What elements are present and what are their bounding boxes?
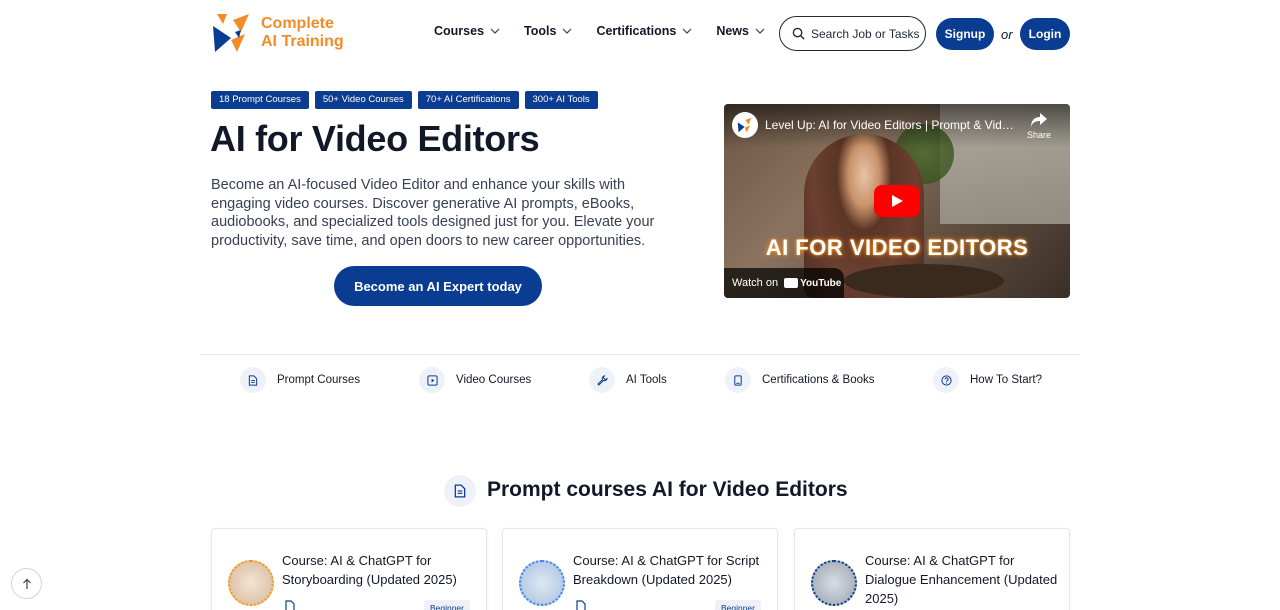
- search-button[interactable]: Search Job or Tasks: [779, 16, 926, 51]
- video-background-table: [844, 264, 1004, 298]
- share-button[interactable]: Share: [1027, 112, 1051, 140]
- tab-ai-tools-label: AI Tools: [626, 374, 667, 386]
- wrench-icon: [589, 367, 615, 393]
- or-separator: or: [1001, 27, 1013, 42]
- login-button[interactable]: Login: [1020, 18, 1070, 50]
- document-icon: [576, 600, 586, 610]
- brand-logo[interactable]: Complete AI Training: [211, 12, 351, 54]
- play-icon: [892, 195, 903, 207]
- level-badge: Beginner: [714, 600, 761, 610]
- course-card[interactable]: Course: AI & ChatGPT for Storyboarding (…: [211, 528, 487, 610]
- badge-ai-tools[interactable]: 300+ AI Tools: [524, 91, 598, 109]
- main-nav: Courses Tools Certifications News: [434, 24, 789, 38]
- share-arrow-icon: [1031, 113, 1047, 127]
- nav-news-label: News: [716, 24, 749, 38]
- watch-on-label: Watch on: [732, 277, 779, 289]
- hero-description: Become an AI-focused Video Editor and en…: [211, 177, 655, 249]
- nav-courses-label: Courses: [434, 24, 485, 38]
- become-expert-button[interactable]: Become an AI Expert today: [334, 266, 542, 306]
- search-label: Search Job or Tasks: [811, 26, 920, 41]
- nav-tools-label: Tools: [524, 24, 557, 38]
- play-button[interactable]: [874, 185, 920, 217]
- tab-prompt-courses-label: Prompt Courses: [277, 374, 361, 386]
- nav-certifications-label: Certifications: [596, 24, 677, 38]
- course-title[interactable]: Course: AI & ChatGPT for Storyboarding (…: [282, 551, 477, 589]
- site-header: Complete AI Training Courses Tools Certi…: [0, 0, 1280, 68]
- course-title[interactable]: Course: AI & ChatGPT for Script Breakdow…: [573, 551, 768, 589]
- document-icon: [240, 367, 266, 393]
- chevron-down-icon: [490, 28, 500, 34]
- hero-badges: 18 Prompt Courses 50+ Video Courses 70+ …: [211, 91, 598, 109]
- tab-video-courses[interactable]: Video Courses: [419, 367, 531, 393]
- video-overlay-text: AI FOR VIDEO EDITORS: [765, 235, 1029, 260]
- brand-line-1: Complete: [261, 15, 334, 32]
- brand-line-2: AI Training: [261, 33, 344, 50]
- chevron-down-icon: [563, 28, 572, 34]
- page-title: AI for Video Editors: [210, 118, 540, 159]
- level-badge: Beginner: [423, 600, 470, 610]
- course-card[interactable]: Course: AI & ChatGPT for Script Breakdow…: [502, 528, 778, 610]
- youtube-label: YouTube: [800, 277, 842, 289]
- tab-ai-tools[interactable]: AI Tools: [589, 367, 667, 393]
- tab-certifications-books[interactable]: Certifications & Books: [725, 367, 875, 393]
- course-thumbnail: [228, 560, 274, 606]
- document-icon: [285, 600, 295, 610]
- course-thumbnail: [519, 560, 565, 606]
- badge-video-courses[interactable]: 50+ Video Courses: [314, 91, 412, 109]
- nav-tools[interactable]: Tools: [524, 24, 572, 38]
- scroll-to-top-button[interactable]: [11, 568, 42, 599]
- video-player[interactable]: Level Up: AI for Video Editors | Prompt …: [724, 104, 1070, 298]
- document-icon: [444, 475, 476, 507]
- logo-mark-icon: [213, 14, 249, 52]
- badge-ai-certifications[interactable]: 70+ AI Certifications: [417, 91, 519, 109]
- play-square-icon: [419, 367, 445, 393]
- nav-news[interactable]: News: [716, 24, 765, 38]
- tab-how-to-start[interactable]: How To Start?: [933, 367, 1042, 393]
- youtube-logo: YouTube: [784, 278, 841, 289]
- signup-button[interactable]: Signup: [936, 18, 994, 50]
- nav-courses[interactable]: Courses: [434, 24, 500, 38]
- tab-how-to-start-label: How To Start?: [970, 374, 1043, 386]
- question-circle-icon: [933, 367, 959, 393]
- channel-avatar-icon[interactable]: [732, 112, 758, 138]
- section-divider: [200, 354, 1080, 355]
- course-card[interactable]: Course: AI & ChatGPT for Dialogue Enhanc…: [794, 528, 1070, 610]
- brand-name: Complete AI Training: [261, 15, 344, 51]
- youtube-play-icon: [784, 278, 799, 288]
- section-title: Prompt courses AI for Video Editors: [487, 478, 848, 501]
- badge-prompt-courses[interactable]: 18 Prompt Courses: [211, 91, 309, 109]
- nav-certifications[interactable]: Certifications: [596, 24, 692, 38]
- share-label: Share: [1027, 130, 1052, 140]
- video-title[interactable]: Level Up: AI for Video Editors | Prompt …: [765, 118, 1020, 132]
- course-title[interactable]: Course: AI & ChatGPT for Dialogue Enhanc…: [865, 551, 1060, 608]
- tab-prompt-courses[interactable]: Prompt Courses: [240, 367, 360, 393]
- watch-on-youtube-link[interactable]: Watch on YouTube: [724, 268, 844, 298]
- tab-video-courses-label: Video Courses: [456, 374, 532, 386]
- chevron-down-icon: [755, 28, 765, 34]
- book-icon: [725, 367, 751, 393]
- chevron-down-icon: [682, 28, 692, 34]
- tab-certifications-books-label: Certifications & Books: [762, 374, 875, 386]
- arrow-up-icon: [22, 578, 31, 589]
- search-icon: [792, 27, 805, 40]
- course-thumbnail: [811, 560, 857, 606]
